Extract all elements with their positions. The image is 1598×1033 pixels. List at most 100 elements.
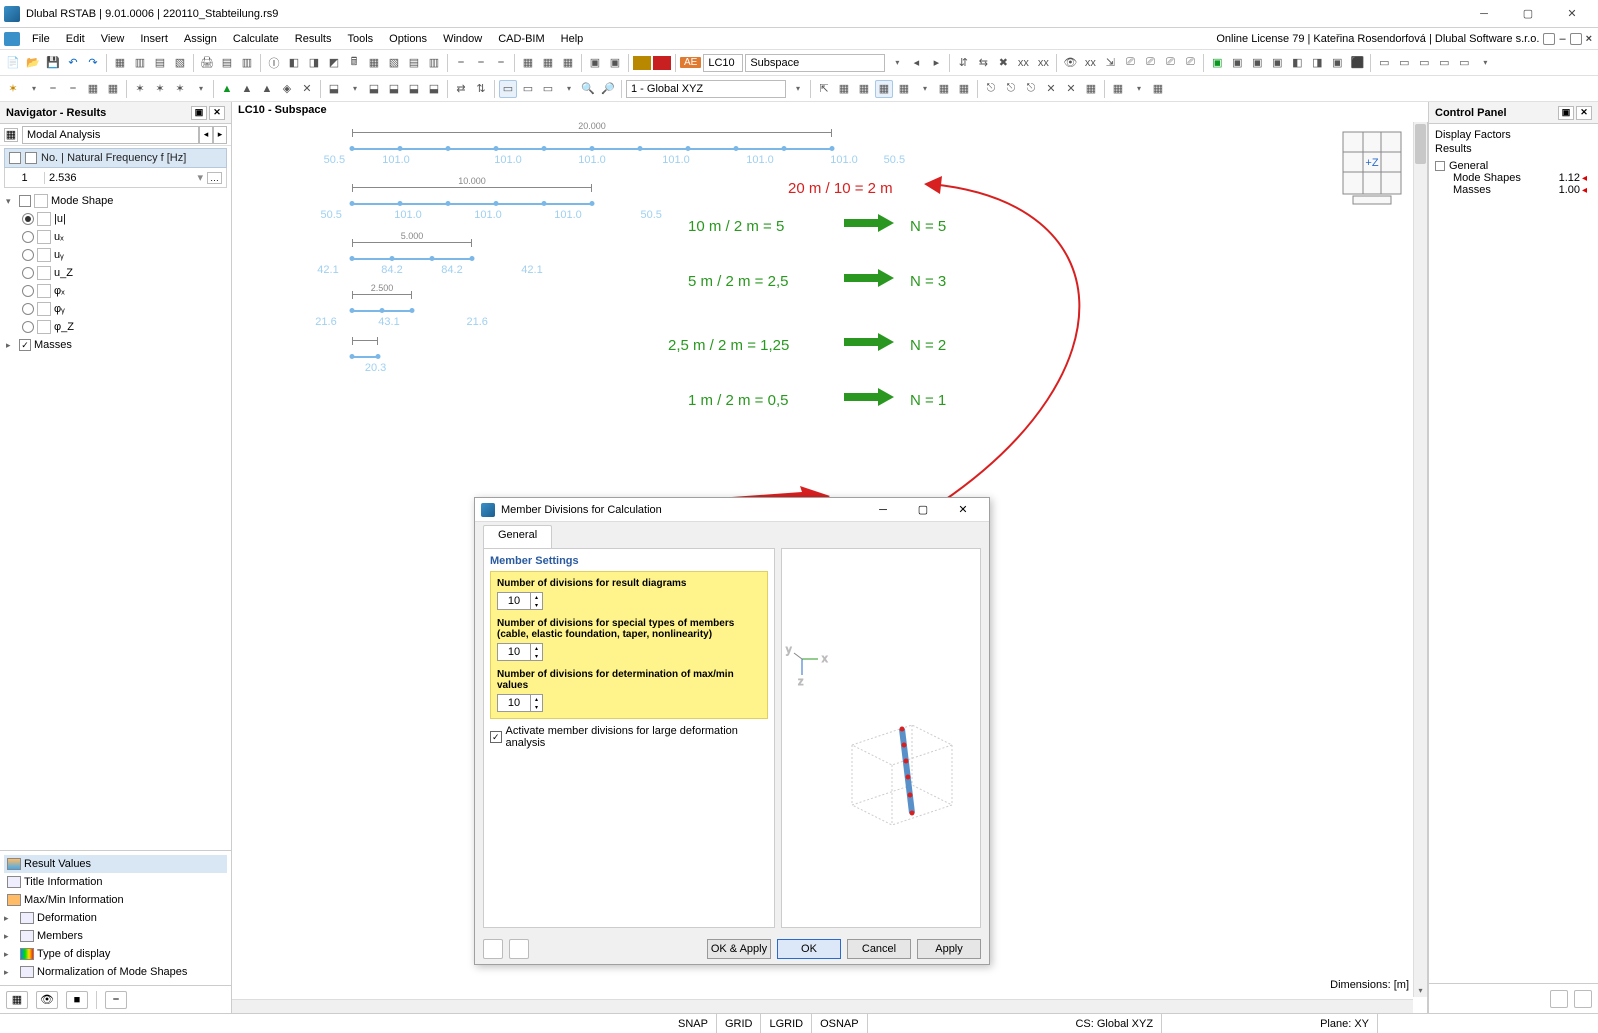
checkbox[interactable]: ✓ xyxy=(490,731,502,743)
checkbox[interactable] xyxy=(19,339,31,351)
radio[interactable] xyxy=(22,267,34,279)
tree-opt-u[interactable]: |u| xyxy=(4,210,227,228)
toolbar-btn[interactable]: ⇅ xyxy=(472,80,490,98)
toolbar-btn[interactable]: ▥ xyxy=(238,54,256,72)
toolbar-btn[interactable]: ◩ xyxy=(325,54,343,72)
radio[interactable] xyxy=(22,249,34,261)
toolbar-btn-active[interactable]: ▦ xyxy=(875,80,893,98)
toolbar-color-icon[interactable] xyxy=(633,56,651,70)
footer-eye-icon[interactable]: 👁 xyxy=(36,991,58,1009)
toolbar-btn[interactable]: ▣ xyxy=(1268,54,1286,72)
toolbar-node-icon[interactable]: ✶ xyxy=(4,80,22,98)
minus-icon[interactable] xyxy=(1435,161,1445,171)
toolbar-cs-input[interactable] xyxy=(626,80,786,98)
toolbar-btn[interactable]: ▭ xyxy=(539,80,557,98)
toolbar-btn[interactable]: ▦ xyxy=(365,54,383,72)
toolbar-redo-icon[interactable]: ↷ xyxy=(84,54,102,72)
menu-insert[interactable]: Insert xyxy=(132,31,176,47)
spin-up-icon[interactable]: ▴ xyxy=(530,644,542,652)
toolbar-btn[interactable]: ⬓ xyxy=(425,80,443,98)
menu-view[interactable]: View xyxy=(93,31,133,47)
toolbar-btn[interactable]: Ⓘ xyxy=(265,54,283,72)
toolbar-btn[interactable]: ▦ xyxy=(539,54,557,72)
toolbar-btn[interactable]: ▭ xyxy=(1455,54,1473,72)
menu-results[interactable]: Results xyxy=(287,31,340,47)
toolbar-btn[interactable]: ⬓ xyxy=(365,80,383,98)
radio[interactable] xyxy=(22,231,34,243)
toolbar-btn[interactable]: ✕ xyxy=(1062,80,1080,98)
toolbar-btn[interactable]: ▣ xyxy=(1328,54,1346,72)
toolbar-loadcase-desc-input[interactable] xyxy=(745,54,885,72)
tree-mode-shape[interactable]: ▾ Mode Shape xyxy=(4,192,227,210)
menu-edit[interactable]: Edit xyxy=(58,31,93,47)
toolbar-btn[interactable]: ▲ xyxy=(238,80,256,98)
spin-down-icon[interactable]: ▾ xyxy=(530,652,542,660)
status-lgrid[interactable]: LGRID xyxy=(761,1014,812,1033)
toolbar-btn[interactable]: ▧ xyxy=(171,54,189,72)
toolbar-dropdown-icon[interactable] xyxy=(887,54,905,72)
toolbar-btn[interactable]: ▦ xyxy=(559,54,577,72)
dialog-tab-general[interactable]: General xyxy=(483,525,552,548)
toolbar-btn[interactable]: ▦ xyxy=(1082,80,1100,98)
toolbar-btn[interactable]: ▦ xyxy=(955,80,973,98)
toolbar-btn[interactable]: ◈ xyxy=(278,80,296,98)
toolbar-btn[interactable]: xx xyxy=(1034,54,1052,72)
toolbar-btn[interactable]: ▣ xyxy=(586,54,604,72)
toolbar-btn[interactable]: ▧ xyxy=(385,54,403,72)
tree-opt-uz[interactable]: u_Z xyxy=(4,264,227,282)
toolbar-btn[interactable]: ⎚ xyxy=(1181,54,1199,72)
toolbar-btn[interactable]: ▦ xyxy=(519,54,537,72)
status-cs[interactable]: CS: Global XYZ xyxy=(1067,1014,1162,1033)
toolbar-dropdown-icon[interactable] xyxy=(1475,54,1493,72)
menu-assign[interactable]: Assign xyxy=(176,31,225,47)
scroll-down-icon[interactable]: ▾ xyxy=(1414,983,1427,997)
dialog-close-button[interactable]: ✕ xyxy=(943,499,983,521)
red-triangle-icon[interactable]: ◂ xyxy=(1582,185,1592,196)
toolbar-btn[interactable]: ⎋ xyxy=(982,80,1000,98)
toolbar-btn-active[interactable]: ▭ xyxy=(499,80,517,98)
toolbar-btn[interactable]: ▤ xyxy=(405,54,423,72)
toolbar-btn[interactable]: ⎯ xyxy=(64,80,82,98)
tree-opt-ux[interactable]: uₓ xyxy=(4,228,227,246)
mdi-minimize[interactable]: – xyxy=(1559,33,1565,45)
footer-model-icon[interactable]: ▦ xyxy=(6,991,28,1009)
status-osnap[interactable]: OSNAP xyxy=(812,1014,868,1033)
toolbar-btn[interactable]: ▭ xyxy=(519,80,537,98)
toolbar-btn[interactable]: ⬓ xyxy=(385,80,403,98)
bottom-title-info[interactable]: Title Information xyxy=(4,873,227,891)
toolbar-undo-icon[interactable]: ↶ xyxy=(64,54,82,72)
next-analysis-icon[interactable]: ▸ xyxy=(213,126,227,144)
ok-apply-button[interactable]: OK & Apply xyxy=(707,939,771,959)
toolbar-prev-icon[interactable]: ◂ xyxy=(907,54,925,72)
panel-close-icon[interactable]: ✕ xyxy=(1576,106,1592,120)
divisions-special-members-input[interactable]: ▴▾ xyxy=(497,643,543,661)
toolbar-btn[interactable]: ⇆ xyxy=(974,54,992,72)
menu-calculate[interactable]: Calculate xyxy=(225,31,287,47)
toolbar-btn[interactable]: ▥ xyxy=(425,54,443,72)
toolbar-btn[interactable]: ◨ xyxy=(1308,54,1326,72)
divisions-result-diagrams-input[interactable]: ▴▾ xyxy=(497,592,543,610)
footer-results-icon[interactable]: ⎯ xyxy=(105,991,127,1009)
toolbar-btn[interactable]: ▤ xyxy=(151,54,169,72)
bottom-members[interactable]: ▸Members xyxy=(4,927,227,945)
spin-up-icon[interactable]: ▴ xyxy=(530,593,542,601)
red-triangle-icon[interactable]: ◂ xyxy=(1582,173,1592,184)
toolbar-btn[interactable]: ▲ xyxy=(258,80,276,98)
mdi-restore[interactable] xyxy=(1570,33,1582,45)
cp-group-general[interactable]: General xyxy=(1435,160,1592,172)
toolbar-btn[interactable]: ▦ xyxy=(84,80,102,98)
bottom-typeofdisplay[interactable]: ▸Type of display xyxy=(4,945,227,963)
toolbar-3d-icon[interactable]: ▣ xyxy=(1208,54,1226,72)
toolbar-save-icon[interactable]: 💾 xyxy=(44,54,62,72)
toolbar-btn[interactable]: ✶ xyxy=(131,80,149,98)
activate-divisions-row[interactable]: ✓ Activate member divisions for large de… xyxy=(490,725,768,749)
toolbar-btn[interactable]: ⇄ xyxy=(452,80,470,98)
cp-row-mode-shapes[interactable]: Mode Shapes 1.12 ◂ xyxy=(1435,172,1592,184)
mdi-close[interactable]: × xyxy=(1586,33,1592,45)
toolbar-btn[interactable]: ◨ xyxy=(305,54,323,72)
toolbar-btn[interactable]: ▦ xyxy=(1149,80,1167,98)
toolbar-btn[interactable]: xx xyxy=(1014,54,1032,72)
toolbar-open-icon[interactable]: 📂 xyxy=(24,54,42,72)
toolbar-btn[interactable]: ⎋ xyxy=(1002,80,1020,98)
toolbar-btn[interactable]: ⎚ xyxy=(1121,54,1139,72)
